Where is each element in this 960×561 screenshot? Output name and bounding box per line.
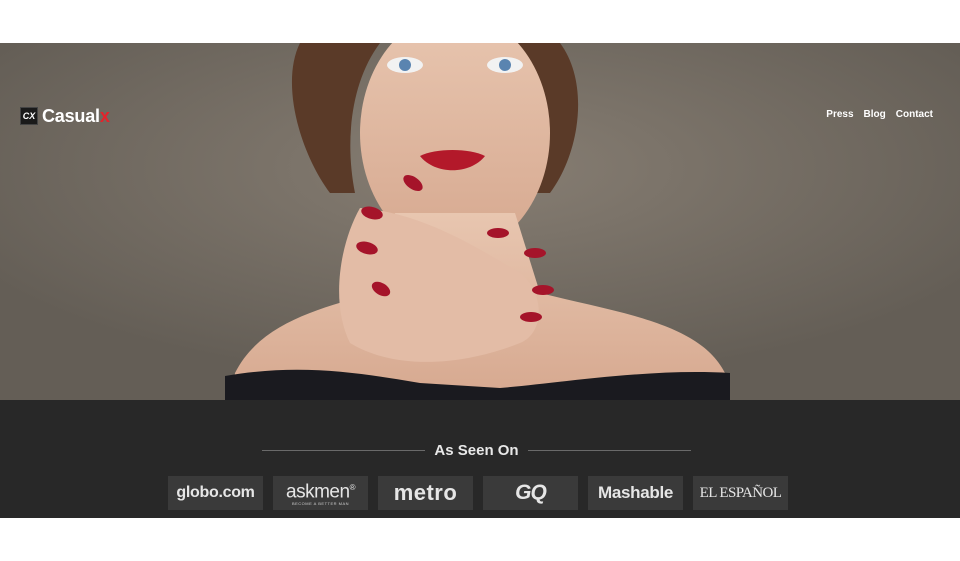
press-logo-globo[interactable]: globo.com	[168, 476, 263, 510]
press-logo-globo-text: globo.com	[176, 484, 255, 501]
hero-portrait-image	[0, 43, 960, 400]
hero-section: CX Casual x Press Blog Contact	[0, 43, 960, 400]
top-nav: Press Blog Contact	[826, 109, 933, 120]
press-logo-gq-text: GQ	[515, 481, 547, 504]
press-logo-gq[interactable]: GQ	[483, 476, 578, 510]
brand-logo-icon: CX	[20, 107, 38, 125]
press-logo-el-espanol[interactable]: EL ESPAÑOL	[693, 476, 788, 510]
nav-link-press[interactable]: Press	[826, 109, 853, 120]
brand-name-x: x	[99, 105, 110, 126]
press-logo-el-espanol-text: EL ESPAÑOL	[699, 484, 782, 501]
press-logo-askmen-tagline: BECOME A BETTER MAN	[291, 500, 350, 506]
as-seen-on-heading-row: As Seen On	[262, 441, 692, 459]
press-logos: globo.com askmen® BECOME A BETTER MAN me…	[168, 476, 788, 510]
logo-mark-text: CX	[22, 111, 36, 121]
press-logo-mashable-text: Mashable	[597, 483, 674, 502]
nav-link-blog[interactable]: Blog	[864, 109, 886, 120]
press-logo-metro-text: metro	[393, 480, 458, 505]
press-logo-askmen[interactable]: askmen® BECOME A BETTER MAN	[273, 476, 368, 510]
as-seen-on-heading: As Seen On	[434, 441, 519, 459]
press-logo-askmen-text: askmen	[286, 481, 350, 503]
brand-name: Casual	[42, 105, 100, 126]
nav-link-contact[interactable]: Contact	[896, 109, 933, 120]
divider-right	[527, 449, 692, 451]
divider-left	[262, 449, 426, 451]
brand-logo[interactable]: CX Casual x	[20, 105, 110, 126]
press-logo-mashable[interactable]: Mashable	[588, 476, 683, 510]
press-logo-metro[interactable]: metro	[378, 476, 473, 510]
as-seen-on-section: As Seen On globo.com askmen® BECOME A BE…	[0, 400, 960, 518]
registered-icon: ®	[349, 483, 356, 493]
